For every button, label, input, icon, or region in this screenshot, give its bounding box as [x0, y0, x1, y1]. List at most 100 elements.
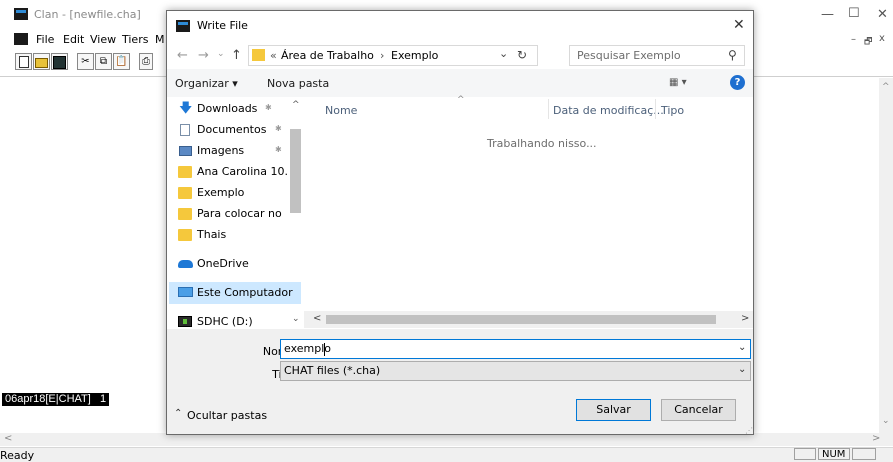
refresh-icon[interactable]: ↻ — [517, 48, 527, 62]
inner-restore-icon[interactable]: 🗗 — [864, 34, 872, 50]
maximize-icon[interactable]: ☐ — [848, 6, 860, 21]
menu-tiers[interactable]: Tiers — [122, 33, 148, 46]
nav-item-ana-carolina[interactable]: Ana Carolina 10. — [197, 162, 288, 182]
nav-item-onedrive[interactable]: OneDrive — [197, 254, 249, 274]
dialog-close-icon[interactable]: ✕ — [733, 17, 745, 33]
nav-item-para-colocar[interactable]: Para colocar no — [197, 204, 282, 224]
scroll-right-icon[interactable]: > — [872, 433, 880, 444]
text-caret — [324, 343, 325, 356]
paste-icon[interactable]: 📋 — [113, 53, 130, 70]
nav-item-images[interactable]: Imagens — [197, 141, 244, 161]
scroll-down-icon[interactable]: ⌄ — [882, 416, 890, 426]
organize-menu[interactable]: Organizar ▾ — [175, 77, 238, 90]
column-type[interactable]: Tipo — [661, 104, 684, 117]
new-folder-button[interactable]: Nova pasta — [267, 77, 329, 90]
search-icon: ⚲ — [728, 48, 737, 62]
cut-icon[interactable]: ✂ — [77, 53, 94, 70]
new-icon[interactable] — [15, 53, 32, 70]
cancel-button[interactable]: Cancelar — [661, 399, 736, 421]
hscroll-left-icon[interactable]: < — [313, 313, 321, 324]
computer-icon — [178, 287, 193, 297]
column-date[interactable]: Data de modificaç... — [553, 104, 664, 117]
filename-input[interactable]: ⌄ — [280, 339, 751, 359]
breadcrumb-desktop[interactable]: Área de Trabalho — [281, 49, 374, 62]
nav-item-exemplo[interactable]: Exemplo — [197, 183, 244, 203]
nav-item-thais[interactable]: Thais — [197, 225, 226, 245]
forward-icon[interactable]: → — [198, 48, 209, 63]
hide-folders-toggle[interactable]: Ocultar pastas — [187, 409, 267, 422]
status-num: NUM — [818, 448, 850, 460]
inner-close-icon[interactable]: x — [879, 33, 885, 44]
column-separator[interactable] — [655, 99, 656, 119]
onedrive-icon — [178, 260, 193, 268]
nav-item-este-computador[interactable]: Este Computador — [197, 283, 293, 303]
collapse-icon[interactable]: ⌃ — [174, 408, 182, 419]
download-icon: 🡇 — [179, 101, 193, 116]
status-ready: Ready — [0, 449, 35, 462]
resize-grip-icon[interactable]: ⋰ — [745, 426, 753, 435]
scroll-up-icon[interactable]: ^ — [882, 82, 890, 92]
nav-scroll-down-icon[interactable]: ⌄ — [292, 314, 300, 324]
dialog-titlebar: Write File ✕ — [167, 11, 753, 41]
status-bar — [0, 447, 893, 462]
nav-item-documents[interactable]: Documentos — [197, 120, 266, 140]
nav-item-sdhc[interactable]: SDHC (D:) — [197, 312, 253, 332]
breadcrumb-exemplo[interactable]: Exemplo — [391, 49, 438, 62]
menu-file[interactable]: File — [36, 33, 54, 46]
app-title: Clan - [newfile.cha] — [34, 8, 141, 21]
hscroll-right-icon[interactable]: > — [741, 313, 749, 324]
minimize-icon[interactable]: — — [821, 7, 834, 22]
nav-scrollbar-thumb[interactable] — [290, 129, 301, 213]
write-file-dialog: Write File ✕ ← → ⌄ ↑ « Área de Trabalho … — [166, 10, 754, 435]
help-icon[interactable]: ? — [730, 75, 745, 90]
print-icon[interactable]: ⎙ — [139, 53, 153, 70]
column-name[interactable]: Nome — [325, 104, 357, 117]
save-icon[interactable] — [51, 53, 68, 70]
scroll-left-icon[interactable]: < — [4, 433, 12, 444]
address-bar[interactable]: « Área de Trabalho › Exemplo ⌄ ↻ — [248, 45, 538, 66]
breadcrumb-separator: › — [380, 49, 385, 62]
folder-icon — [252, 49, 265, 61]
tier-label: 06apr18[E|CHAT] 1 — [2, 393, 110, 406]
view-options-icon[interactable]: ▦ ▾ — [669, 77, 687, 88]
close-icon[interactable]: ✕ — [877, 7, 888, 22]
file-list-hscroll-thumb[interactable] — [326, 315, 716, 324]
folder-icon — [178, 208, 192, 220]
nav-scroll-up-icon[interactable]: ^ — [292, 100, 300, 110]
column-separator[interactable] — [548, 99, 549, 119]
loading-message: Trabalhando nisso... — [487, 137, 597, 150]
menu-edit[interactable]: Edit — [63, 33, 84, 46]
open-icon[interactable] — [33, 53, 50, 70]
clan-app-icon — [14, 8, 28, 20]
back-icon[interactable]: ← — [177, 48, 188, 63]
file-list-header — [304, 97, 753, 119]
inner-minimize-icon[interactable]: – — [851, 34, 856, 45]
pin-icon: ✱ — [275, 124, 282, 133]
menu-view[interactable]: View — [90, 33, 116, 46]
pin-icon: ✱ — [265, 103, 272, 112]
filename-dropdown-icon[interactable]: ⌄ — [738, 342, 746, 353]
pin-icon: ✱ — [275, 145, 282, 154]
document-icon — [14, 33, 28, 45]
address-dropdown-icon[interactable]: ⌄ — [499, 47, 508, 60]
command-bar — [167, 69, 753, 98]
drive-icon — [178, 316, 192, 327]
filetype-dropdown-icon[interactable]: ⌄ — [738, 364, 746, 375]
nav-item-downloads[interactable]: Downloads — [197, 99, 257, 119]
recent-dropdown-icon[interactable]: ⌄ — [217, 49, 225, 59]
folder-icon — [178, 187, 192, 199]
menu-m[interactable]: M — [155, 33, 165, 46]
documents-icon — [180, 124, 190, 136]
status-panel — [852, 448, 876, 460]
copy-icon[interactable]: ⧉ — [95, 53, 112, 70]
sort-indicator-icon: ^ — [457, 95, 465, 105]
save-button[interactable]: Salvar — [576, 399, 651, 421]
up-folder-icon[interactable]: ↑ — [231, 48, 242, 63]
folder-icon — [178, 166, 192, 178]
vertical-scrollbar[interactable]: ^ ⌄ — [879, 78, 893, 433]
folder-icon — [178, 229, 192, 241]
breadcrumb-overflow[interactable]: « — [270, 49, 277, 62]
status-panel — [794, 448, 816, 460]
search-placeholder: Pesquisar Exemplo — [577, 49, 681, 62]
pictures-icon — [179, 146, 192, 156]
